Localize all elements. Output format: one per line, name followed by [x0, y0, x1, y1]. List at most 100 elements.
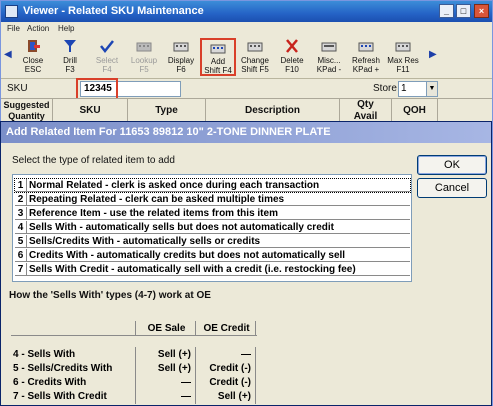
window-titlebar[interactable]: Viewer - Related SKU Maintenance _ □ × — [1, 1, 492, 22]
option-text: Sells/Credits With - automatically sells… — [29, 236, 261, 247]
table-cell: 6 - Credits With — [11, 375, 136, 390]
toolbar-scroll-right-icon[interactable]: ▶ — [429, 49, 437, 60]
sku-bar: SKU 12345 Store 1 ▼ — [1, 78, 492, 100]
table-row: 4 - Sells With Sell (+) — — [11, 347, 257, 362]
option-number: 4 — [15, 221, 27, 233]
col-description[interactable]: Description — [206, 99, 340, 123]
tool-label: Add — [210, 57, 226, 66]
option-number: 1 — [15, 179, 27, 191]
option-sells-with-credit[interactable]: 7 Sells With Credit - automatically sell… — [15, 263, 410, 276]
tool-shortcut: ESC — [24, 65, 42, 74]
table-row: 6 - Credits With — Credit (-) — [11, 375, 257, 390]
option-number: 5 — [15, 235, 27, 247]
option-text: Credits With - automatically credits but… — [29, 250, 346, 261]
table-header-blank — [11, 321, 136, 336]
table-cell: Credit (-) — [198, 361, 256, 376]
option-text: Sells With Credit - automatically sell w… — [29, 264, 356, 275]
dialog-prompt: Select the type of related item to add — [12, 155, 175, 166]
change-tool-button[interactable]: Change Shift F5 — [237, 37, 273, 77]
table-row: 7 - Sells With Credit — Sell (+) — [11, 389, 257, 404]
add-keyboard-icon — [210, 44, 226, 54]
store-select[interactable]: 1 — [398, 81, 428, 97]
tool-shortcut: F6 — [176, 65, 186, 74]
menu-file[interactable]: File — [7, 24, 20, 33]
table-cell: 4 - Sells With — [11, 347, 136, 362]
toolbar: ◀ Close ESC Drill F3 Select F4 Lookup F5… — [1, 37, 492, 79]
chevron-down-icon[interactable]: ▼ — [426, 81, 438, 97]
tool-label: Refresh — [351, 56, 380, 65]
close-window-button[interactable]: × — [474, 4, 489, 18]
refresh-tool-button[interactable]: Refresh KPad + — [348, 37, 384, 77]
table-cell: Credit (-) — [198, 375, 256, 390]
cancel-button[interactable]: Cancel — [417, 178, 487, 198]
minimize-button[interactable]: _ — [439, 4, 454, 18]
option-normal-related[interactable]: 1 Normal Related - clerk is asked once d… — [14, 178, 411, 193]
col-qty-avail[interactable]: Qty Avail — [340, 99, 392, 123]
tool-shortcut: F11 — [396, 65, 410, 74]
table-header-oe-credit: OE Credit — [198, 321, 256, 336]
related-type-list[interactable]: 1 Normal Related - clerk is asked once d… — [12, 174, 412, 282]
select-tool-button[interactable]: Select F4 — [89, 37, 125, 77]
misc-keyboard-icon — [321, 42, 337, 52]
option-text: Sells With - automatically sells but doe… — [29, 222, 334, 233]
table-row: 5 - Sells/Credits With Sell (+) Credit (… — [11, 361, 257, 376]
table-cell: — — [138, 375, 196, 390]
option-credits-with[interactable]: 6 Credits With - automatically credits b… — [15, 249, 410, 262]
table-cell: 5 - Sells/Credits With — [11, 361, 136, 376]
table-cell: Sell (+) — [138, 361, 196, 376]
option-text: Normal Related - clerk is asked once dur… — [29, 180, 320, 191]
tool-label: Close — [22, 56, 44, 65]
table-header-row: OE Sale OE Credit — [11, 321, 257, 336]
sku-label: SKU — [7, 83, 28, 94]
window-title: Viewer - Related SKU Maintenance — [23, 5, 204, 17]
option-text: Reference Item - use the related items f… — [29, 208, 278, 219]
tool-label: Display — [167, 56, 195, 65]
delete-tool-button[interactable]: Delete F10 — [274, 37, 310, 77]
drill-tool-button[interactable]: Drill F3 — [52, 37, 88, 77]
tool-shortcut: Shift F4 — [204, 66, 232, 75]
option-sells-credits-with[interactable]: 5 Sells/Credits With - automatically sel… — [15, 235, 410, 248]
tool-label: Delete — [280, 56, 304, 65]
option-number: 7 — [15, 263, 27, 275]
table-cell: Sell (+) — [198, 389, 256, 404]
close-tool-button[interactable]: Close ESC — [15, 37, 51, 77]
tool-label: Select — [95, 56, 119, 65]
toolbar-scroll-left-icon[interactable]: ◀ — [4, 49, 12, 60]
lookup-tool-button[interactable]: Lookup F5 — [126, 37, 162, 77]
table-header-oe-sale: OE Sale — [138, 321, 196, 336]
ok-button[interactable]: OK — [417, 155, 487, 175]
tool-label: Change — [240, 56, 270, 65]
misc-tool-button[interactable]: Misc... KPad - — [311, 37, 347, 77]
tool-shortcut: F3 — [65, 65, 75, 74]
sku-highlight-box — [76, 78, 118, 100]
tool-label: Lookup — [130, 56, 158, 65]
display-tool-button[interactable]: Display F6 — [163, 37, 199, 77]
menu-help[interactable]: Help — [58, 24, 74, 33]
option-reference-item[interactable]: 3 Reference Item - use the related items… — [15, 207, 410, 220]
max-res-icon — [395, 42, 411, 52]
tool-shortcut: F5 — [139, 65, 149, 74]
option-number: 3 — [15, 207, 27, 219]
maximize-button[interactable]: □ — [456, 4, 471, 18]
add-related-item-dialog: Add Related Item For 11653 89812 10" 2-T… — [0, 121, 492, 406]
option-sells-with[interactable]: 4 Sells With - automatically sells but d… — [15, 221, 410, 234]
add-tool-button[interactable]: Add Shift F4 — [200, 38, 236, 76]
app-icon — [5, 5, 18, 18]
tool-label: Misc... — [317, 56, 341, 65]
dialog-title[interactable]: Add Related Item For 11653 89812 10" 2-T… — [1, 122, 491, 143]
max-res-tool-button[interactable]: Max Res F11 — [385, 37, 421, 77]
change-keyboard-icon — [247, 42, 263, 52]
grid-header: Suggested Quantity SKU Type Description … — [1, 98, 492, 123]
col-sku[interactable]: SKU — [53, 99, 128, 123]
col-suggested-quantity[interactable]: Suggested Quantity — [1, 99, 53, 123]
delete-x-icon — [286, 39, 298, 53]
option-number: 2 — [15, 193, 27, 205]
option-repeating-related[interactable]: 2 Repeating Related - clerk can be asked… — [15, 193, 410, 206]
lookup-keyboard-icon — [136, 42, 152, 52]
col-type[interactable]: Type — [128, 99, 206, 123]
table-cell: Sell (+) — [138, 347, 196, 362]
col-qoh[interactable]: QOH — [392, 99, 438, 123]
menu-action[interactable]: Action — [27, 24, 49, 33]
close-door-icon — [28, 40, 40, 52]
sells-with-explanation: How the 'Sells With' types (4-7) work at… — [9, 290, 211, 301]
